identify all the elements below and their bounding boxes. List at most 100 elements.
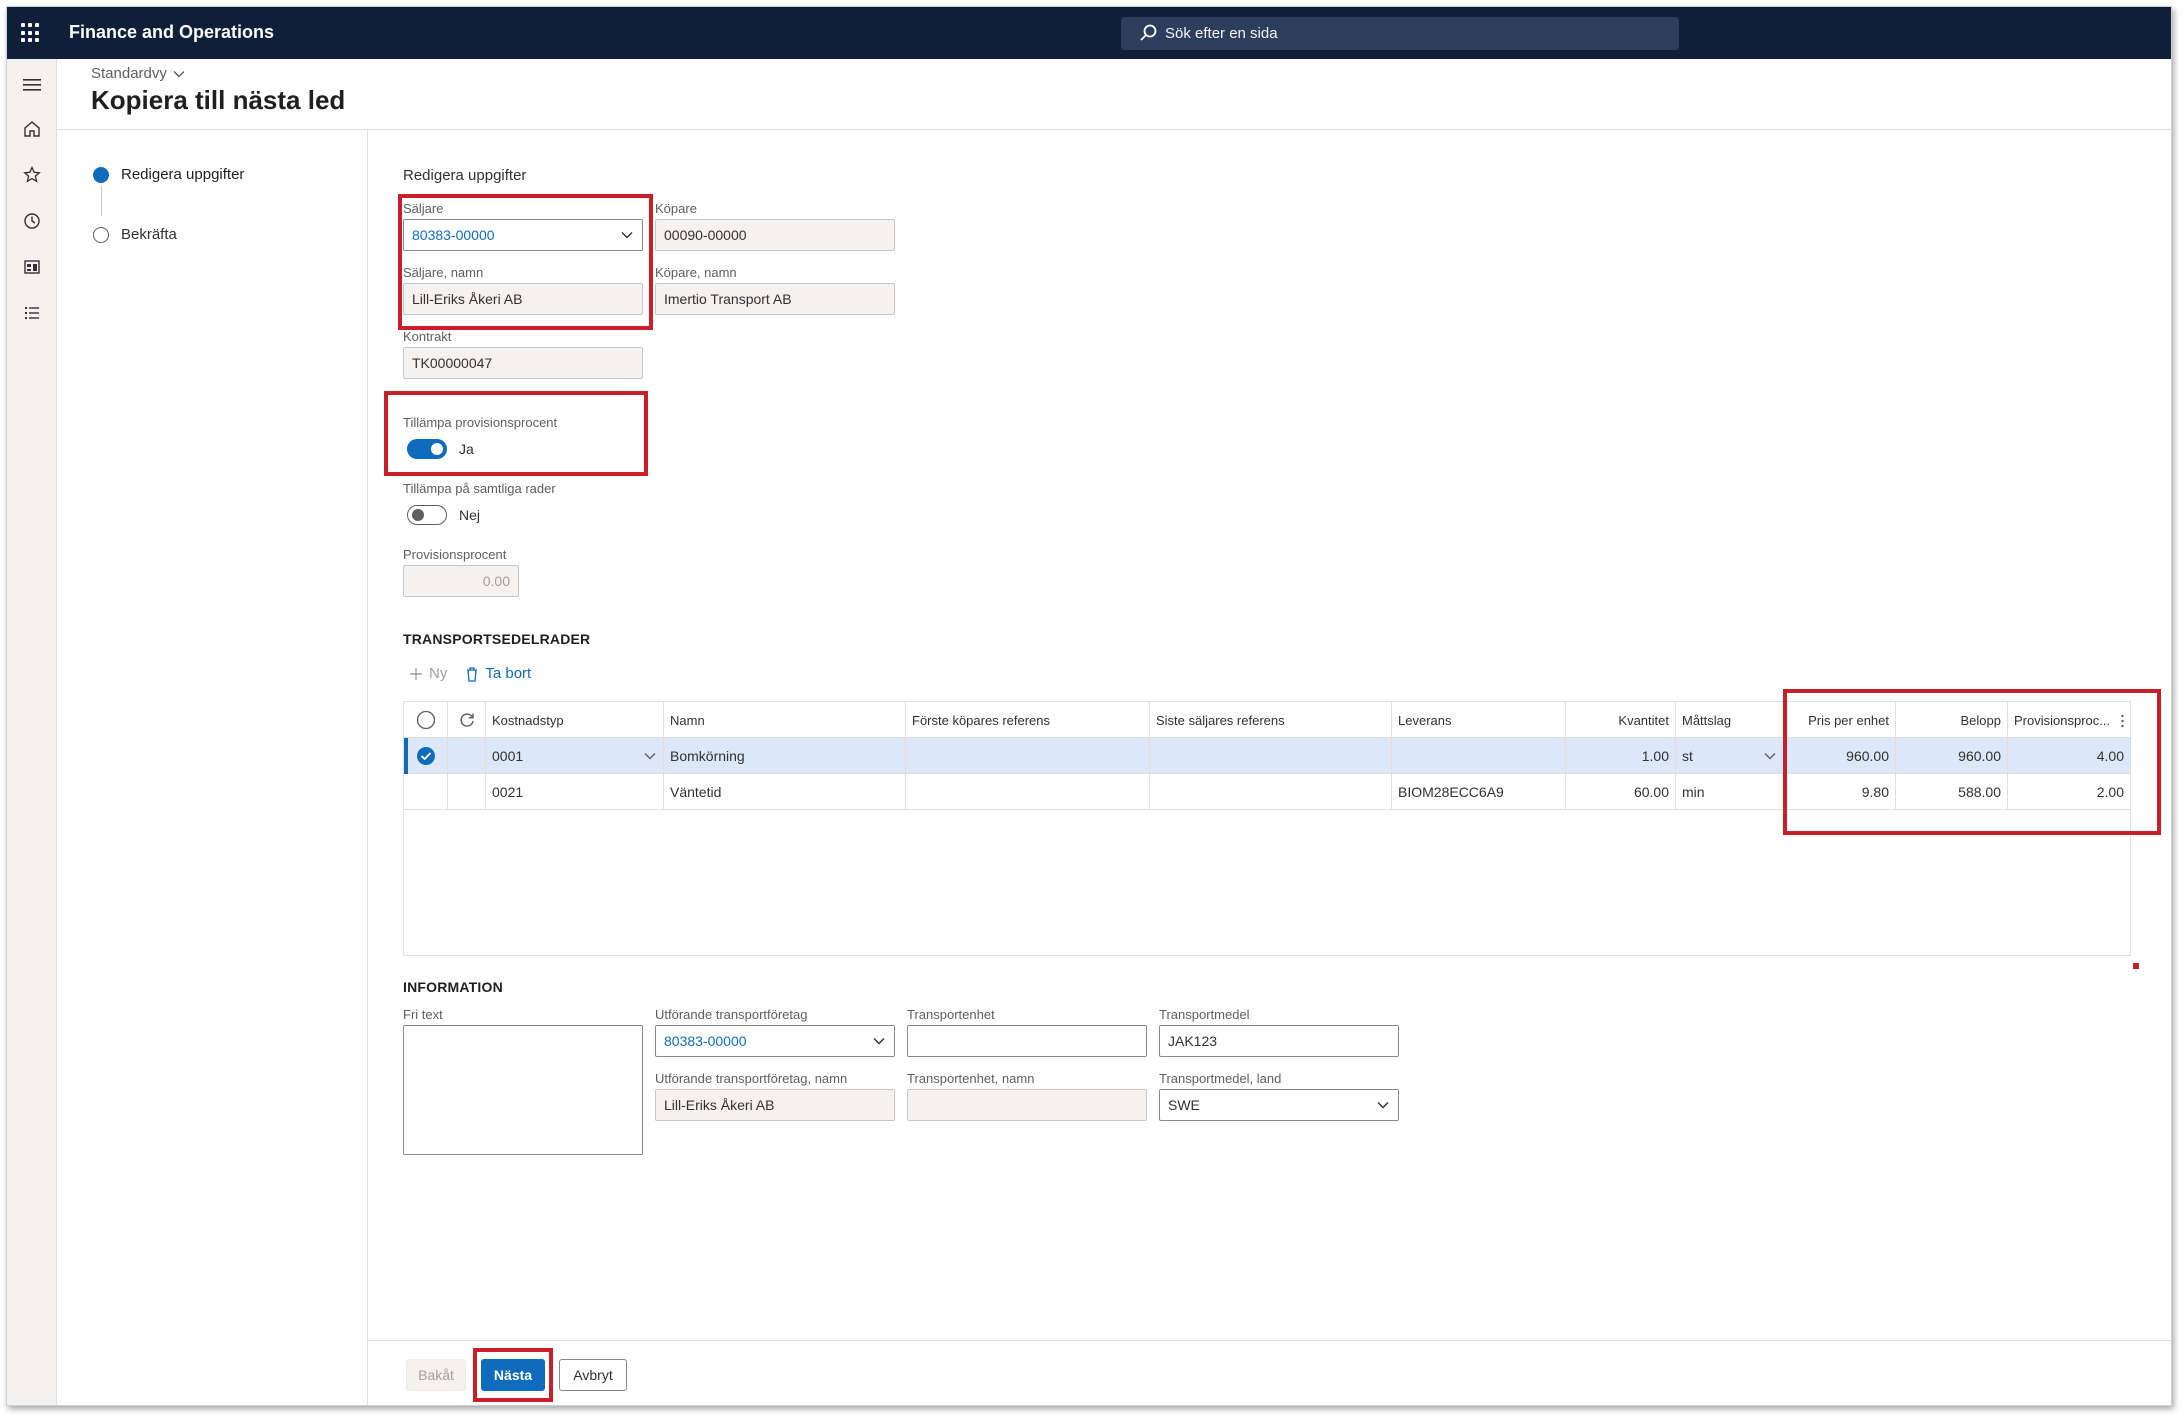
apply-all-rows-label: Tillämpa på samtliga rader: [403, 481, 556, 496]
new-row-button[interactable]: Ny: [409, 665, 447, 682]
cell-commission[interactable]: 4.00: [2008, 738, 2130, 774]
step-connector: [101, 186, 102, 216]
column-header-first-buyer-ref[interactable]: Förste köpares referens: [906, 702, 1150, 738]
form-section-title: Redigera uppgifter: [403, 167, 527, 184]
wizard-steps: Redigera uppgifter Bekräfta: [57, 130, 368, 1405]
grid-section-title: TRANSPORTSEDELRADER: [403, 631, 591, 647]
buyer-field: 00090-00000: [655, 219, 895, 251]
seller-field[interactable]: 80383-00000: [403, 219, 643, 251]
row-spacer: [448, 774, 486, 810]
chevron-down-icon[interactable]: [643, 749, 657, 763]
vehicle-label: Transportmedel: [1159, 1007, 1250, 1022]
list-icon[interactable]: [20, 301, 44, 325]
apply-commission-label: Tillämpa provisionsprocent: [403, 415, 558, 430]
cell-commission[interactable]: 2.00: [2008, 774, 2130, 810]
commission-percent-label: Provisionsprocent: [403, 547, 507, 562]
carrier-name-value: Lill-Eriks Åkeri AB: [664, 1097, 775, 1113]
cell-unit[interactable]: min: [1676, 774, 1784, 810]
commission-percent-field: 0.00: [403, 565, 519, 597]
step-edit-details[interactable]: Redigera uppgifter: [93, 166, 244, 183]
cell-delivery[interactable]: [1392, 738, 1566, 774]
cell-quantity[interactable]: 1.00: [1566, 738, 1676, 774]
chevron-down-icon[interactable]: [1376, 1098, 1390, 1112]
cell-last-seller-ref[interactable]: [1150, 738, 1392, 774]
buyer-name-label: Köpare, namn: [655, 265, 737, 280]
refresh-button[interactable]: [448, 702, 486, 738]
chevron-down-icon[interactable]: [872, 1034, 886, 1048]
cell-cost-type[interactable]: 0001: [486, 738, 664, 774]
carrier-field[interactable]: 80383-00000: [655, 1025, 895, 1057]
cell-quantity[interactable]: 60.00: [1566, 774, 1676, 810]
hamburger-icon[interactable]: [20, 73, 44, 97]
vehicle-field[interactable]: JAK123: [1159, 1025, 1399, 1057]
column-header-commission[interactable]: Provisionsproc...: [2008, 702, 2130, 738]
home-icon[interactable]: [20, 117, 44, 141]
free-text-label: Fri text: [403, 1007, 443, 1022]
cell-unit[interactable]: st: [1676, 738, 1784, 774]
cell-first-buyer-ref[interactable]: [906, 738, 1150, 774]
grid-toolbar: Ny Ta bort: [409, 665, 531, 682]
cell-first-buyer-ref[interactable]: [906, 774, 1150, 810]
transport-unit-field[interactable]: [907, 1025, 1147, 1057]
column-header-cost-type[interactable]: Kostnadstyp: [486, 702, 664, 738]
delete-row-button[interactable]: Ta bort: [465, 665, 531, 682]
cell-amount[interactable]: 588.00: [1896, 774, 2008, 810]
cancel-button[interactable]: Avbryt: [559, 1359, 627, 1391]
table-row[interactable]: 0001 Bomkörning 1.00 st 960.00 960.00 4.…: [404, 738, 2130, 774]
app-window: Finance and Operations St: [6, 6, 2172, 1406]
apply-all-rows-toggle[interactable]: [407, 505, 447, 525]
column-header-amount[interactable]: Belopp: [1896, 702, 2008, 738]
row-select[interactable]: [404, 738, 448, 774]
app-title[interactable]: Finance and Operations: [69, 22, 274, 43]
select-all-checkbox[interactable]: [404, 702, 448, 738]
clock-icon[interactable]: [20, 209, 44, 233]
star-icon[interactable]: [20, 163, 44, 187]
transport-unit-name-label: Transportenhet, namn: [907, 1071, 1035, 1086]
vehicle-country-value: SWE: [1168, 1097, 1200, 1113]
seller-label: Säljare: [403, 201, 444, 216]
contract-value: TK00000047: [412, 355, 493, 371]
chevron-down-icon[interactable]: [620, 228, 634, 242]
contract-label: Kontrakt: [403, 329, 452, 344]
view-selector[interactable]: Standardvy: [91, 65, 185, 82]
cell-amount[interactable]: 960.00: [1896, 738, 2008, 774]
column-header-quantity[interactable]: Kvantitet: [1566, 702, 1676, 738]
cell-unit-price[interactable]: 9.80: [1784, 774, 1896, 810]
row-select[interactable]: [404, 774, 448, 810]
column-header-unit-price[interactable]: Pris per enhet: [1784, 702, 1896, 738]
free-text-input[interactable]: [403, 1025, 643, 1155]
footer-divider: [368, 1340, 2171, 1341]
next-button[interactable]: Nästa: [481, 1359, 545, 1391]
waffle-icon[interactable]: [21, 23, 41, 43]
cell-delivery[interactable]: BIOM28ECC6A9: [1392, 774, 1566, 810]
grid-header-row: Kostnadstyp Namn Förste köpares referens…: [404, 702, 2130, 738]
apply-commission-toggle[interactable]: [407, 439, 447, 459]
cost-type-value: 0001: [492, 748, 524, 764]
buyer-name-value: Imertio Transport AB: [664, 291, 792, 307]
column-header-unit[interactable]: Måttslag: [1676, 702, 1784, 738]
carrier-value: 80383-00000: [664, 1033, 747, 1049]
search-box[interactable]: [1121, 17, 1679, 50]
step-label: Bekräfta: [121, 226, 177, 243]
step-confirm[interactable]: Bekräfta: [93, 226, 177, 243]
cell-name[interactable]: Bomkörning: [664, 738, 906, 774]
workspace-icon[interactable]: [20, 255, 44, 279]
cell-cost-type[interactable]: 0021: [486, 774, 664, 810]
column-options-icon[interactable]: [2121, 714, 2124, 728]
seller-name-field: Lill-Eriks Åkeri AB: [403, 283, 643, 315]
column-header-name[interactable]: Namn: [664, 702, 906, 738]
chevron-down-icon[interactable]: [1763, 749, 1777, 763]
cell-name[interactable]: Väntetid: [664, 774, 906, 810]
cell-unit-price[interactable]: 960.00: [1784, 738, 1896, 774]
search-input[interactable]: [1165, 17, 1665, 50]
step-pending-dot-icon: [93, 226, 109, 243]
column-header-delivery[interactable]: Leverans: [1392, 702, 1566, 738]
plus-icon: [410, 667, 422, 680]
transport-unit-name-field: [907, 1089, 1147, 1121]
column-header-last-seller-ref[interactable]: Siste säljares referens: [1150, 702, 1392, 738]
back-button[interactable]: Bakåt: [406, 1359, 466, 1391]
vehicle-country-select[interactable]: SWE: [1159, 1089, 1399, 1121]
table-row[interactable]: 0021 Väntetid BIOM28ECC6A9 60.00 min 9.8…: [404, 774, 2130, 810]
cell-last-seller-ref[interactable]: [1150, 774, 1392, 810]
seller-name-label: Säljare, namn: [403, 265, 484, 280]
